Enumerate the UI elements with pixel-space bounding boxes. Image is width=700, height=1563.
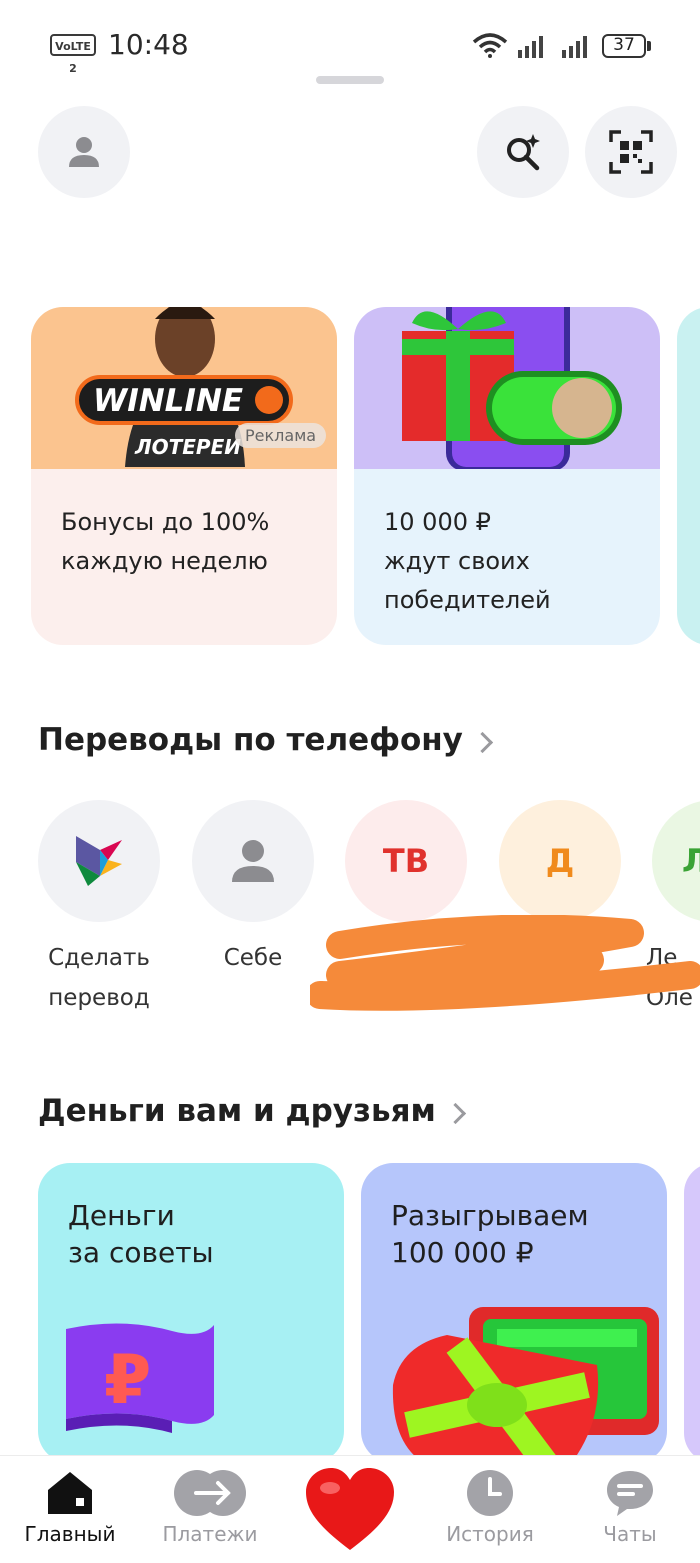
nav-favorite[interactable] — [280, 1456, 420, 1563]
contact-label: Сделать перевод — [48, 945, 150, 1011]
promo-banner — [354, 307, 660, 471]
ad-badge: Реклама — [235, 423, 327, 448]
logo-dot — [255, 386, 283, 414]
contact-tv[interactable]: ТВ — [345, 800, 467, 922]
promo-card-prize[interactable]: 10 000 ₽ ждут своих победителей — [354, 307, 660, 645]
nav-label: Главный — [24, 1522, 116, 1546]
bottom-navigation: Главный Платежи История Чаты — [0, 1455, 700, 1563]
promo-banner: WINLINE ЛОТЕРЕИ Реклама — [31, 307, 337, 469]
qr-scan-icon — [609, 130, 653, 174]
transfers-header[interactable]: Переводы по телефону — [38, 722, 493, 758]
payments-icon — [174, 1470, 246, 1516]
gift-money-illustration — [392, 1307, 659, 1463]
user-icon — [232, 840, 274, 882]
promo-text: 10 000 ₽ ждут своих победителей — [384, 508, 551, 614]
sbp-logo-icon — [76, 836, 122, 886]
signal-icon — [562, 36, 587, 58]
nav-home[interactable]: Главный — [0, 1456, 140, 1563]
nav-history[interactable]: История — [420, 1456, 560, 1563]
promo-card-next[interactable] — [677, 307, 700, 645]
feature-text: Разыгрываем 100 000 ₽ — [391, 1199, 589, 1269]
section-title: Деньги вам и друзьям — [38, 1093, 436, 1129]
nav-label: Платежи — [162, 1522, 258, 1546]
feature-card-advice[interactable]: Деньги за советы ₽ — [38, 1163, 344, 1463]
nav-payments[interactable]: Платежи — [140, 1456, 280, 1563]
feature-text: Деньги за советы — [68, 1199, 214, 1269]
ruble-flag-icon: ₽ — [66, 1323, 214, 1433]
search-button[interactable] — [477, 106, 569, 198]
feature-card-giveaway[interactable]: Разыгрываем 100 000 ₽ — [361, 1163, 667, 1463]
winline-logo: WINLINE — [75, 375, 293, 425]
clock-icon — [467, 1470, 513, 1516]
section-title: Переводы по телефону — [38, 722, 463, 758]
battery-tip — [647, 41, 651, 51]
contact-label: Себе — [223, 945, 283, 971]
volte-indicator: VoLTE 2 — [50, 34, 96, 75]
status-time: 10:48 — [108, 28, 189, 61]
contact-l[interactable]: Л — [652, 800, 700, 922]
home-icon — [48, 1472, 92, 1514]
profile-button[interactable] — [38, 106, 130, 198]
promo-text: Бонусы до 100% каждую неделю — [61, 508, 270, 575]
contact-initials: ТВ — [382, 842, 430, 880]
contact-initials: Д — [545, 842, 575, 880]
contact-d[interactable]: Д — [499, 800, 621, 922]
heart-icon — [306, 1468, 394, 1550]
money-header[interactable]: Деньги вам и друзьям — [38, 1093, 466, 1129]
svg-text:₽: ₽ — [104, 1341, 151, 1420]
wifi-icon — [472, 33, 508, 58]
chevron-right-icon — [471, 731, 493, 754]
promo-card-winline[interactable]: WINLINE ЛОТЕРЕИ Реклама Бонусы до 100% к… — [31, 307, 337, 645]
nav-label: Чаты — [603, 1522, 657, 1546]
contact-self[interactable] — [192, 800, 314, 922]
promo-brand: WINLINE — [93, 383, 244, 419]
drag-handle[interactable] — [316, 76, 384, 84]
contact-initials: Л — [682, 842, 700, 880]
redaction-scribble — [310, 915, 700, 1011]
qr-scan-button[interactable] — [585, 106, 677, 198]
nav-label: История — [446, 1522, 534, 1546]
search-icon — [507, 134, 540, 171]
contact-l-clip: Л — [652, 800, 700, 922]
signal-icon — [518, 36, 543, 58]
chevron-right-icon — [444, 1102, 466, 1125]
gift-phone-illustration — [402, 307, 622, 471]
user-icon — [69, 137, 99, 167]
chat-icon — [607, 1471, 653, 1516]
feature-card-next[interactable] — [684, 1163, 700, 1463]
promo-sub: ЛОТЕРЕИ — [135, 435, 241, 459]
contact-new-transfer[interactable] — [38, 800, 160, 922]
battery-icon: 37 — [602, 34, 646, 58]
nav-chats[interactable]: Чаты — [560, 1456, 700, 1563]
